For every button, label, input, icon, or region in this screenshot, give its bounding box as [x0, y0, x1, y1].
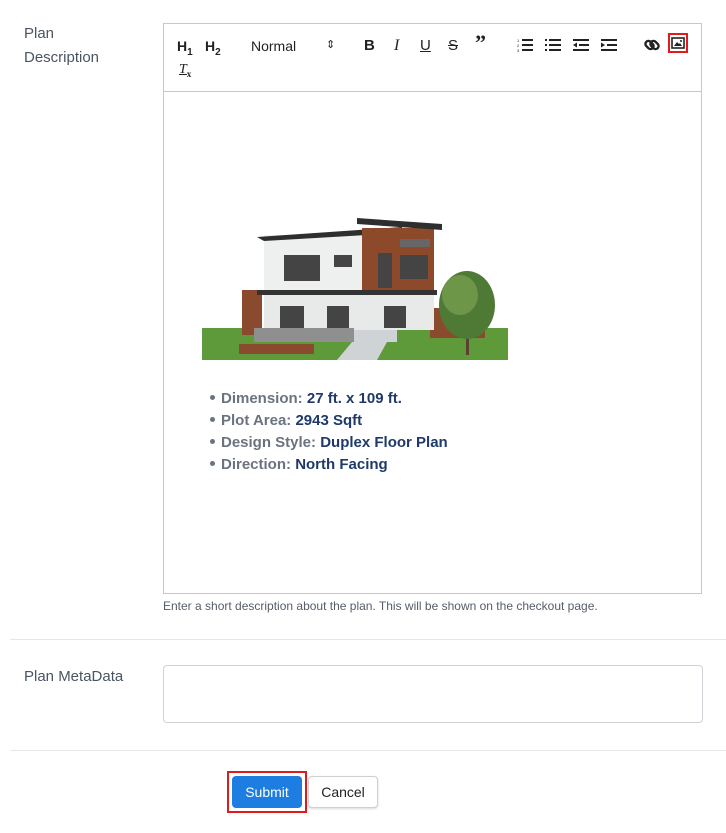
editor-toolbar: H1 H2 Normal ⇕ B I U S ” 123 Tx [164, 24, 701, 92]
strikethrough-icon[interactable]: S [448, 37, 458, 55]
spec-value: North Facing [295, 456, 388, 473]
format-select[interactable]: Normal [251, 37, 296, 55]
spec-value: 27 ft. x 109 ft. [306, 390, 402, 407]
spec-item: Direction: North Facing [210, 454, 448, 476]
indent-icon[interactable] [601, 38, 617, 52]
italic-icon[interactable]: I [394, 37, 399, 55]
spec-value: Duplex Floor Plan [320, 434, 448, 451]
plan-metadata-input[interactable] [163, 665, 703, 723]
editor-content[interactable]: Dimension: 27 ft. x 109 ft. Plot Area: 2… [164, 92, 701, 593]
bullet-icon [210, 394, 215, 400]
spec-item: Plot Area: 2943 Sqft [210, 410, 448, 432]
plan-description-label: Plan Description [24, 22, 99, 70]
spec-label: Design Style: [221, 434, 317, 451]
format-select-value: Normal [251, 38, 297, 54]
image-icon[interactable] [668, 33, 688, 53]
blockquote-icon[interactable]: ” [475, 32, 486, 54]
description-editor: H1 H2 Normal ⇕ B I U S ” 123 Tx Dimensio… [163, 23, 702, 594]
spec-item: Dimension: 27 ft. x 109 ft. [210, 388, 448, 410]
bullet-icon [210, 460, 215, 466]
label-line-2: Description [24, 49, 100, 66]
spec-label: Dimension: [221, 390, 303, 407]
header-2-icon[interactable]: H2 [205, 37, 221, 62]
ordered-list-icon[interactable]: 123 [517, 38, 533, 52]
format-select-arrows-icon[interactable]: ⇕ [326, 36, 335, 54]
header-1-icon[interactable]: H1 [177, 37, 193, 62]
bold-icon[interactable]: B [364, 37, 375, 55]
bullet-icon [210, 416, 215, 422]
spec-item: Design Style: Duplex Floor Plan [210, 432, 448, 454]
outdent-icon[interactable] [573, 38, 589, 52]
label-line-1: Plan [24, 25, 55, 42]
plan-specs-list: Dimension: 27 ft. x 109 ft. Plot Area: 2… [210, 388, 448, 476]
house-image [202, 218, 508, 360]
description-help-text: Enter a short description about the plan… [163, 599, 598, 613]
section-divider [10, 750, 726, 751]
section-divider [10, 639, 726, 640]
link-icon[interactable] [644, 37, 660, 53]
submit-button[interactable]: Submit [232, 776, 302, 808]
bullet-list-icon[interactable] [545, 38, 561, 52]
spec-label: Direction: [221, 456, 292, 473]
bullet-icon [210, 438, 215, 444]
spec-value: 2943 Sqft [295, 412, 363, 429]
svg-text:3: 3 [517, 48, 520, 52]
spec-label: Plot Area: [221, 412, 292, 429]
clear-format-icon[interactable]: Tx [179, 61, 191, 83]
cancel-button[interactable]: Cancel [308, 776, 378, 808]
plan-metadata-label: Plan MetaData [24, 668, 124, 685]
underline-icon[interactable]: U [420, 37, 431, 55]
